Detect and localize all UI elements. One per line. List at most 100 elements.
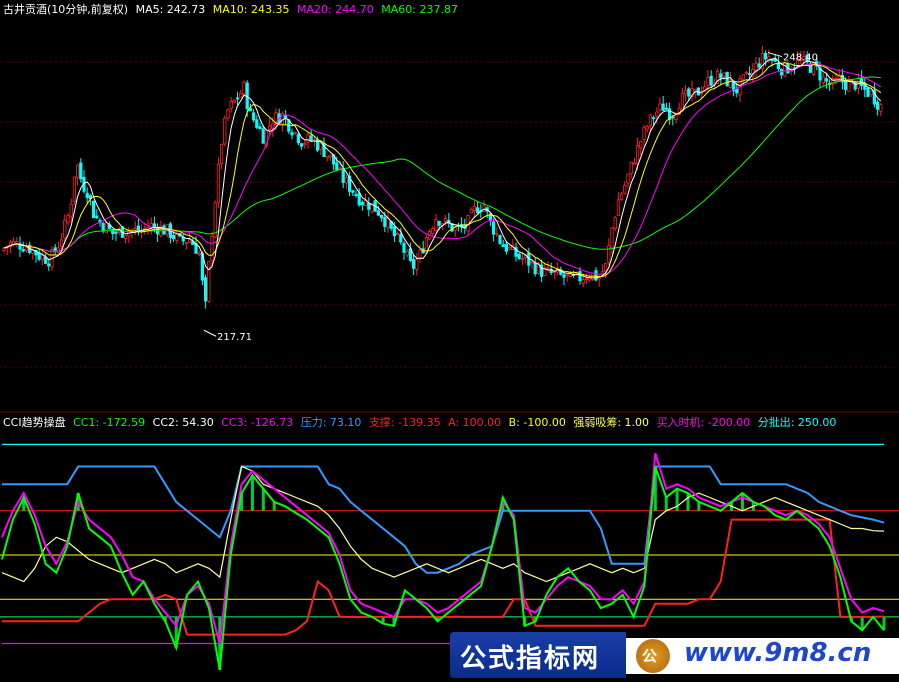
candle (21, 241, 25, 253)
candle (690, 80, 694, 102)
candle (434, 213, 438, 233)
candle (847, 75, 851, 92)
candle (347, 171, 352, 197)
candle (620, 191, 624, 201)
candle (69, 198, 73, 223)
candle (696, 87, 701, 96)
candle (226, 108, 230, 122)
candle (840, 68, 845, 90)
high-label: 248.40 (783, 53, 818, 64)
candle (239, 89, 243, 98)
candle (738, 74, 742, 103)
candle (821, 73, 825, 86)
candle (258, 122, 262, 130)
low-pointer (203, 329, 217, 337)
candle (24, 242, 29, 254)
candle (732, 80, 736, 97)
watermark-url: www.9m8.cn (684, 638, 872, 668)
candle (344, 174, 349, 190)
candle (780, 68, 784, 80)
indicator-title: CCI趋势操盘 (3, 416, 66, 429)
candle (693, 88, 697, 99)
chart-stage: 248.40 217.71 古井贡酒(10分钟,前复权) MA5: 242.73 … (0, 0, 899, 678)
ma5-line (3, 57, 882, 279)
candle (725, 71, 729, 87)
ma20-value: MA20: 244.70 (297, 3, 374, 16)
candle (203, 274, 208, 309)
a-value: A: 100.00 (448, 416, 502, 429)
candle (37, 249, 41, 262)
candle (63, 214, 67, 244)
candle (639, 140, 643, 156)
cci-bar (261, 488, 265, 511)
candle (341, 161, 345, 189)
candle (328, 154, 333, 162)
candle (760, 45, 765, 76)
candle (251, 108, 256, 123)
watermark-banner: 公式指标网 (450, 632, 626, 678)
candle (664, 102, 669, 110)
candle (149, 217, 153, 235)
candle (299, 142, 304, 150)
b-value: B: -100.00 (508, 416, 566, 429)
candle (127, 226, 131, 244)
candle (379, 214, 384, 222)
candle (92, 200, 96, 219)
cc3-value: CC3: -126.73 (221, 416, 294, 429)
candle (684, 84, 688, 102)
candle (82, 170, 86, 194)
candle (719, 69, 723, 85)
pressure-value: 压力: 73.10 (300, 416, 362, 429)
candle (354, 190, 358, 198)
chart-canvas[interactable]: 248.40 217.71 (0, 0, 899, 678)
accumulation-value: 强弱吸筹: 1.00 (573, 416, 650, 429)
candle (303, 139, 307, 149)
candle (367, 197, 371, 217)
candle (216, 157, 220, 209)
candle (351, 189, 355, 197)
site-watermark: 公式指标网 公 www.9m8.cn (450, 632, 899, 678)
candle (645, 124, 649, 133)
candle (501, 239, 505, 248)
candle (629, 161, 633, 179)
candle (309, 129, 313, 143)
candle (498, 234, 502, 245)
candle (325, 155, 329, 162)
candle (757, 57, 761, 70)
candle (40, 249, 45, 266)
candle (319, 141, 323, 156)
candle (15, 237, 19, 248)
candle (44, 253, 48, 265)
candle (155, 223, 160, 242)
candle (79, 158, 83, 183)
candle (668, 102, 672, 125)
candle (491, 218, 496, 242)
candle (255, 115, 259, 130)
candle (728, 71, 733, 89)
candle (482, 200, 486, 213)
candle (863, 77, 867, 98)
candle (744, 71, 749, 76)
candle (130, 228, 134, 239)
candle (242, 80, 246, 97)
candle (395, 231, 400, 236)
cci-bar (664, 497, 668, 511)
candle (219, 143, 224, 170)
candle (411, 254, 416, 275)
candle (56, 241, 61, 254)
candle (223, 115, 227, 147)
candle (197, 250, 201, 257)
candle (85, 187, 89, 204)
candle (472, 200, 477, 219)
candle (658, 97, 662, 117)
candle (591, 272, 595, 282)
cci-bar (686, 493, 690, 511)
candle (207, 260, 211, 304)
ma60-value: MA60: 237.87 (381, 3, 458, 16)
candle (495, 227, 499, 237)
candle (405, 248, 409, 258)
candle (402, 240, 406, 260)
candle (133, 221, 137, 236)
watermark-url-box: 公 www.9m8.cn (626, 638, 899, 674)
candle (168, 221, 172, 244)
